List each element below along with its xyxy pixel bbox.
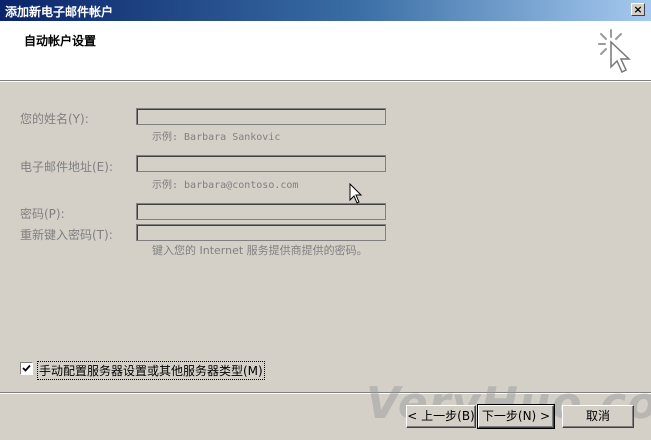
- email-hint: 示例: barbara@contoso.com: [152, 180, 299, 191]
- retype-password-input[interactable]: [136, 224, 386, 241]
- name-hint: 示例: Barbara Sankovic: [152, 132, 281, 143]
- close-icon: ×: [633, 3, 643, 16]
- email-input[interactable]: [136, 155, 386, 172]
- manual-config-checkbox[interactable]: [20, 362, 33, 375]
- title-bar: 添加新电子邮件帐户 ×: [0, 0, 651, 21]
- magic-cursor-icon: [598, 29, 631, 74]
- mouse-pointer-icon: [349, 183, 363, 204]
- password-hint: 键入您的 Internet 服务提供商提供的密码。: [152, 244, 368, 257]
- header-divider-highlight: [0, 81, 651, 82]
- window-title: 添加新电子邮件帐户: [5, 5, 114, 19]
- password-input[interactable]: [136, 203, 386, 220]
- checkmark-icon: [22, 364, 31, 372]
- cancel-button[interactable]: 取消: [562, 405, 634, 428]
- retype-password-label: 重新键入密码(T):: [20, 228, 113, 242]
- back-button[interactable]: < 上一步(B): [406, 405, 476, 428]
- name-input[interactable]: [136, 108, 386, 125]
- next-button[interactable]: 下一步(N) >: [477, 404, 555, 429]
- email-label: 电子邮件地址(E):: [20, 160, 113, 174]
- password-label: 密码(P):: [20, 207, 65, 221]
- page-title: 自动帐户设置: [24, 34, 97, 48]
- wizard-header: 自动帐户设置: [0, 21, 651, 80]
- manual-config-label[interactable]: 手动配置服务器设置或其他服务器类型(M): [37, 361, 265, 380]
- name-label: 您的姓名(Y):: [20, 112, 89, 126]
- close-button[interactable]: ×: [631, 3, 645, 16]
